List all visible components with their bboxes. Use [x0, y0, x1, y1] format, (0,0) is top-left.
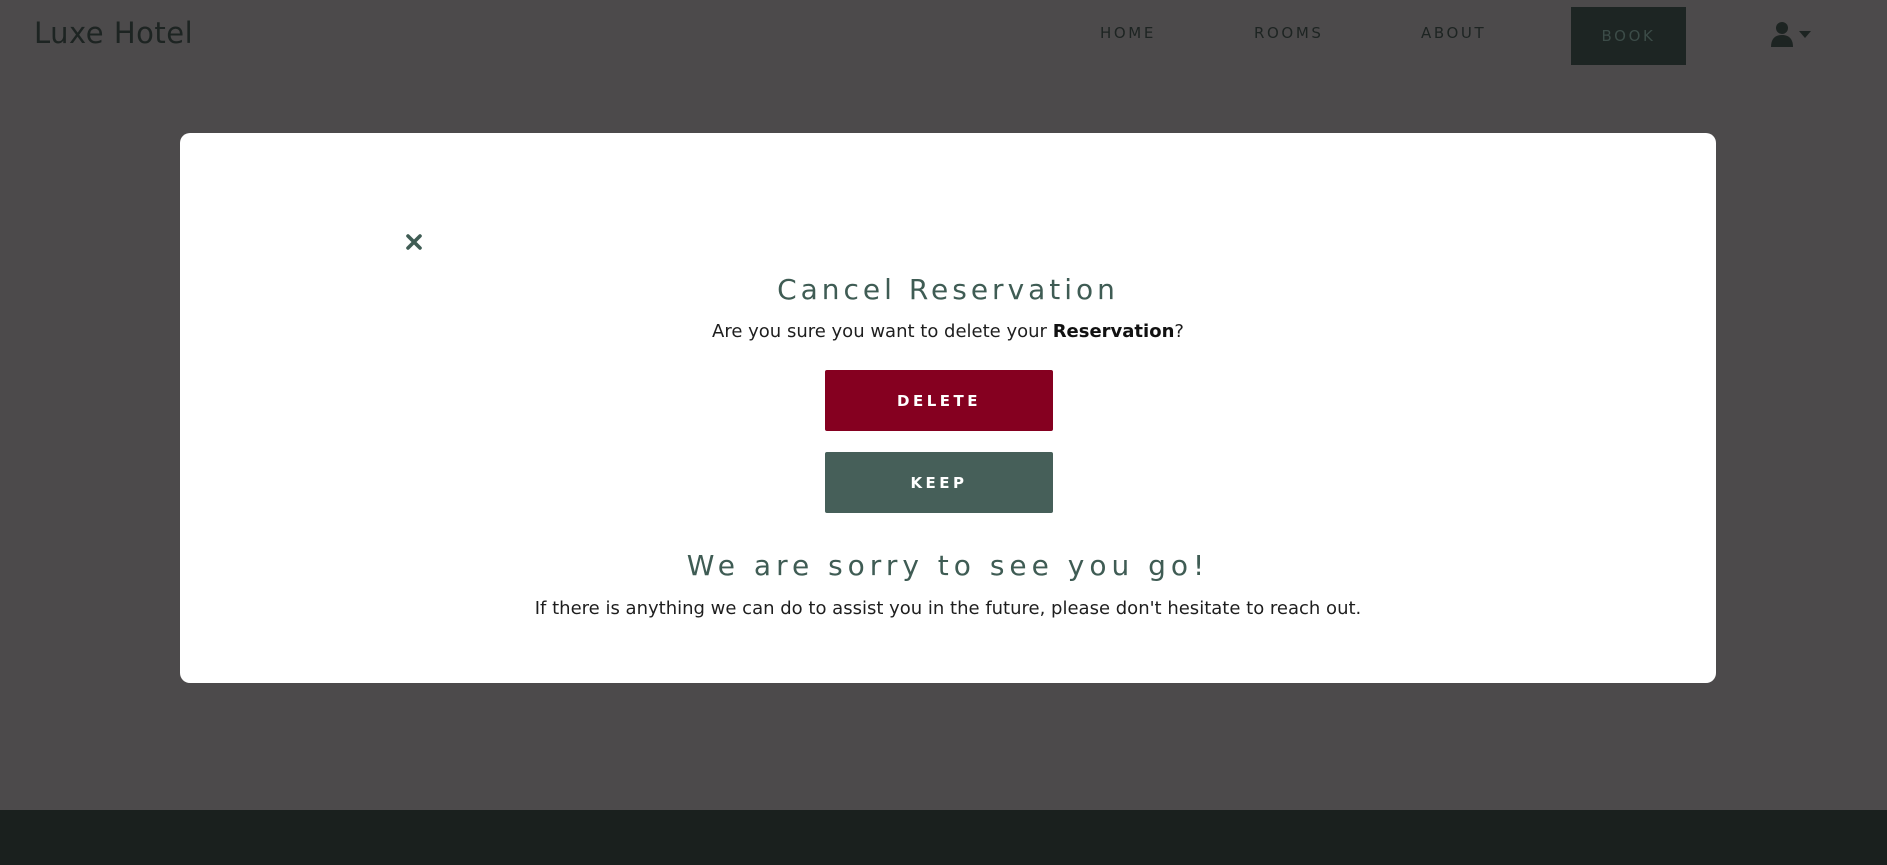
close-button[interactable] — [401, 231, 427, 257]
user-menu[interactable] — [1770, 20, 1814, 48]
question-prefix: Are you sure you want to delete your — [712, 321, 1053, 342]
nav-about[interactable]: ABOUT — [1421, 24, 1486, 42]
nav-book-button[interactable]: BOOK — [1571, 7, 1686, 65]
sorry-message: If there is anything we can do to assist… — [534, 598, 1362, 619]
cancel-reservation-modal: Cancel Reservation Are you sure you want… — [180, 133, 1716, 683]
nav-rooms[interactable]: ROOMS — [1254, 24, 1324, 42]
keep-button[interactable]: KEEP — [825, 452, 1053, 513]
caret-down-icon — [1798, 29, 1812, 39]
sorry-heading: We are sorry to see you go! — [686, 549, 1210, 582]
user-icon — [1770, 21, 1794, 47]
modal-title: Cancel Reservation — [777, 273, 1119, 306]
nav-home[interactable]: HOME — [1100, 24, 1156, 42]
site-footer — [0, 810, 1887, 865]
question-suffix: ? — [1174, 321, 1184, 342]
question-emphasis: Reservation — [1052, 321, 1175, 342]
brand-logo[interactable]: Luxe Hotel — [34, 16, 193, 50]
site-header: Luxe Hotel HOME ROOMS ABOUT BOOK — [0, 0, 1887, 68]
modal-question: Are you sure you want to delete your Res… — [180, 321, 1716, 342]
delete-button[interactable]: DELETE — [825, 370, 1053, 431]
close-icon — [406, 234, 422, 254]
